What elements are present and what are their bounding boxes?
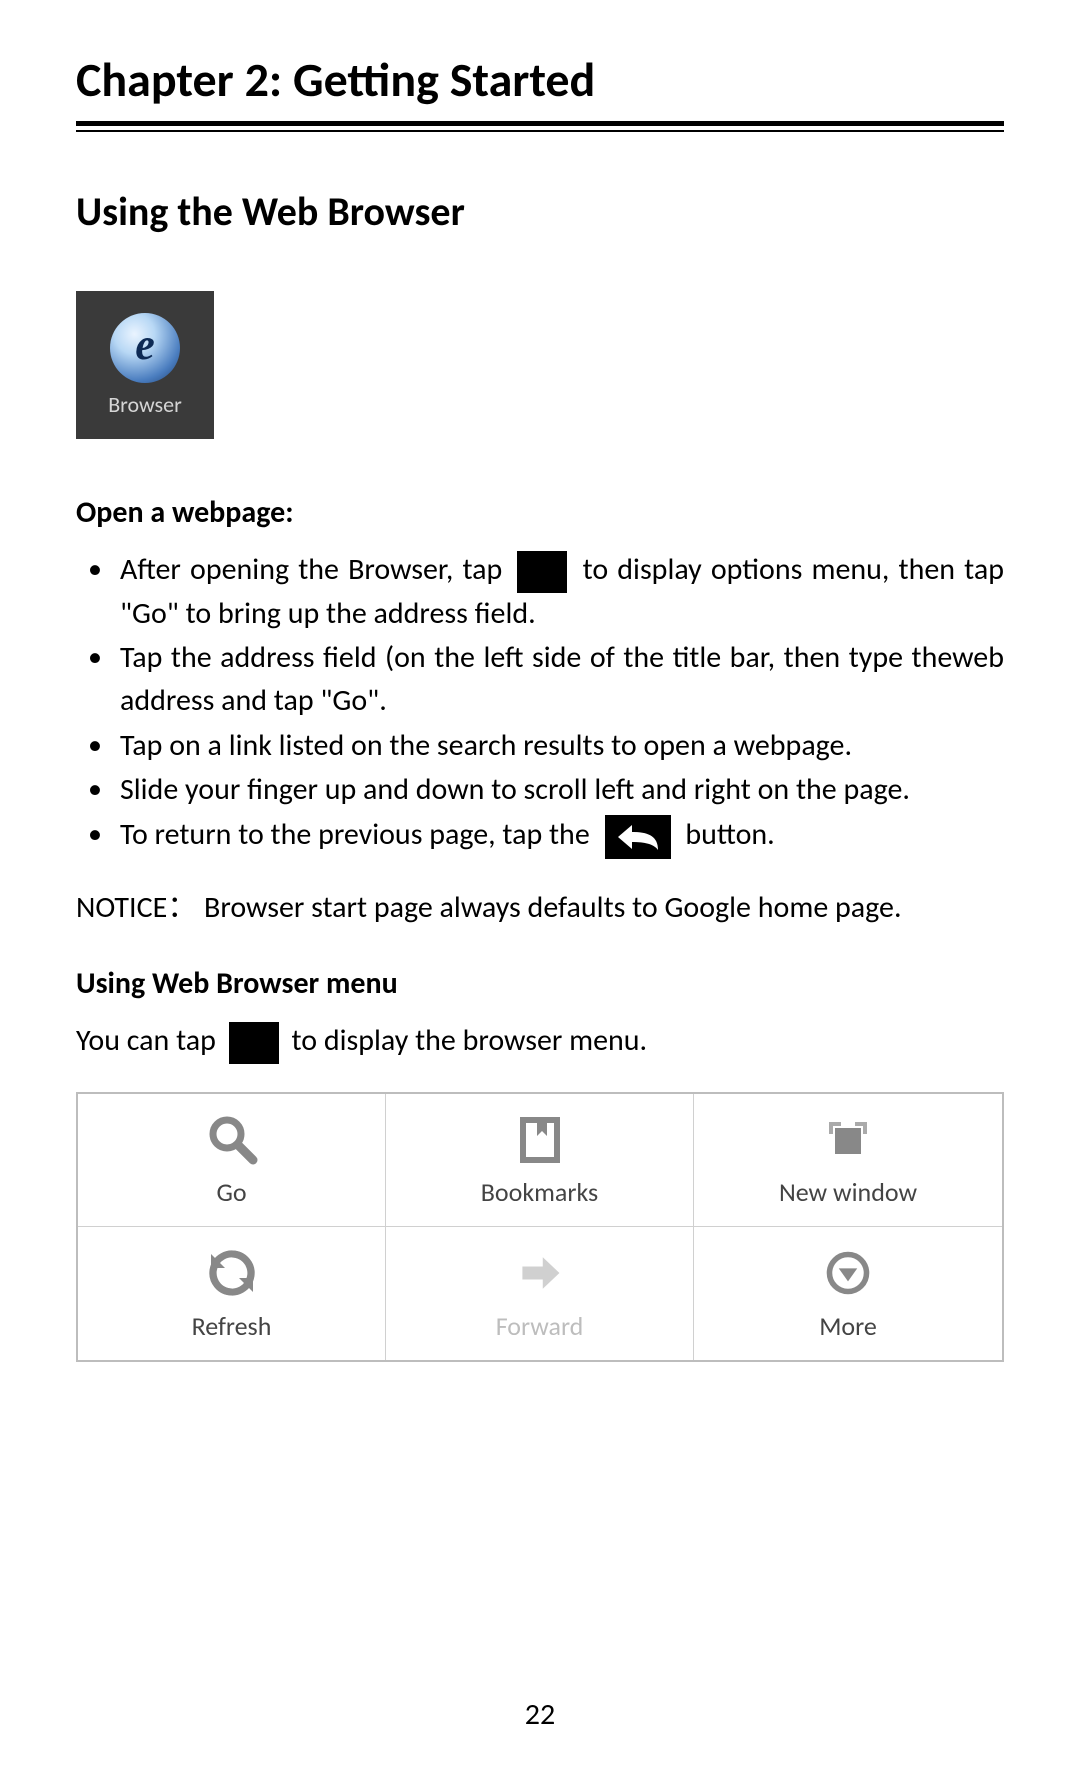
menu-label: New window: [779, 1176, 917, 1208]
browser-menu-grid: Go Bookmarks New window: [76, 1092, 1004, 1362]
menu-refresh-button[interactable]: Refresh: [78, 1227, 386, 1360]
browser-e-glyph: e: [135, 319, 155, 370]
section-title: Using the Web Browser: [76, 187, 1004, 236]
step-text: To return to the previous page, tap the: [120, 816, 590, 853]
step-open-menu: After opening the Browser, tap to displa…: [120, 549, 1004, 635]
browser-menu-heading: Using Web Browser menu: [76, 965, 1004, 1002]
browser-app-tile: e Browser: [76, 291, 214, 439]
chapter-title: Chapter 2: Getting Started: [76, 50, 1004, 109]
notice-text: NOTICE： Browser start page always defaul…: [76, 887, 1004, 930]
menu-new-window-button[interactable]: New window: [694, 1094, 1002, 1227]
refresh-icon: [205, 1246, 259, 1300]
browser-menu-instruction: You can tap to display the browser menu.: [76, 1020, 1004, 1064]
step-text: button.: [685, 816, 774, 853]
menu-forward-button[interactable]: Forward: [386, 1227, 694, 1360]
step-back: To return to the previous page, tap the …: [120, 814, 1004, 859]
bookmark-icon: [513, 1112, 567, 1166]
menu-text: You can tap: [76, 1022, 216, 1059]
menu-go-button[interactable]: Go: [78, 1094, 386, 1227]
options-menu-icon: [229, 1022, 279, 1064]
new-window-icon: [821, 1112, 875, 1166]
step-text: After opening the Browser, tap: [120, 551, 502, 588]
heading-rule: [76, 121, 1004, 132]
forward-arrow-icon: [513, 1246, 567, 1300]
search-icon: [205, 1112, 259, 1166]
open-webpage-heading: Open a webpage:: [76, 494, 1004, 531]
menu-bookmarks-button[interactable]: Bookmarks: [386, 1094, 694, 1227]
step-address-field: Tap the address field (on the left side …: [120, 637, 1004, 722]
options-menu-icon: [517, 551, 567, 593]
step-scroll: Slide your finger up and down to scroll …: [120, 769, 1004, 812]
browser-globe-icon: e: [110, 313, 180, 383]
menu-label: Forward: [496, 1310, 584, 1342]
menu-label: Go: [216, 1176, 246, 1208]
menu-text: to display the browser menu.: [292, 1022, 648, 1059]
menu-more-button[interactable]: More: [694, 1227, 1002, 1360]
menu-label: Bookmarks: [481, 1176, 598, 1208]
open-webpage-steps: After opening the Browser, tap to displa…: [76, 549, 1004, 859]
back-button-icon: [605, 815, 671, 859]
more-icon: [821, 1246, 875, 1300]
step-tap-link: Tap on a link listed on the search resul…: [120, 725, 1004, 768]
browser-tile-label: Browser: [108, 391, 182, 418]
menu-label: More: [819, 1310, 877, 1342]
menu-label: Refresh: [192, 1310, 272, 1342]
page-number: 22: [0, 1696, 1080, 1733]
